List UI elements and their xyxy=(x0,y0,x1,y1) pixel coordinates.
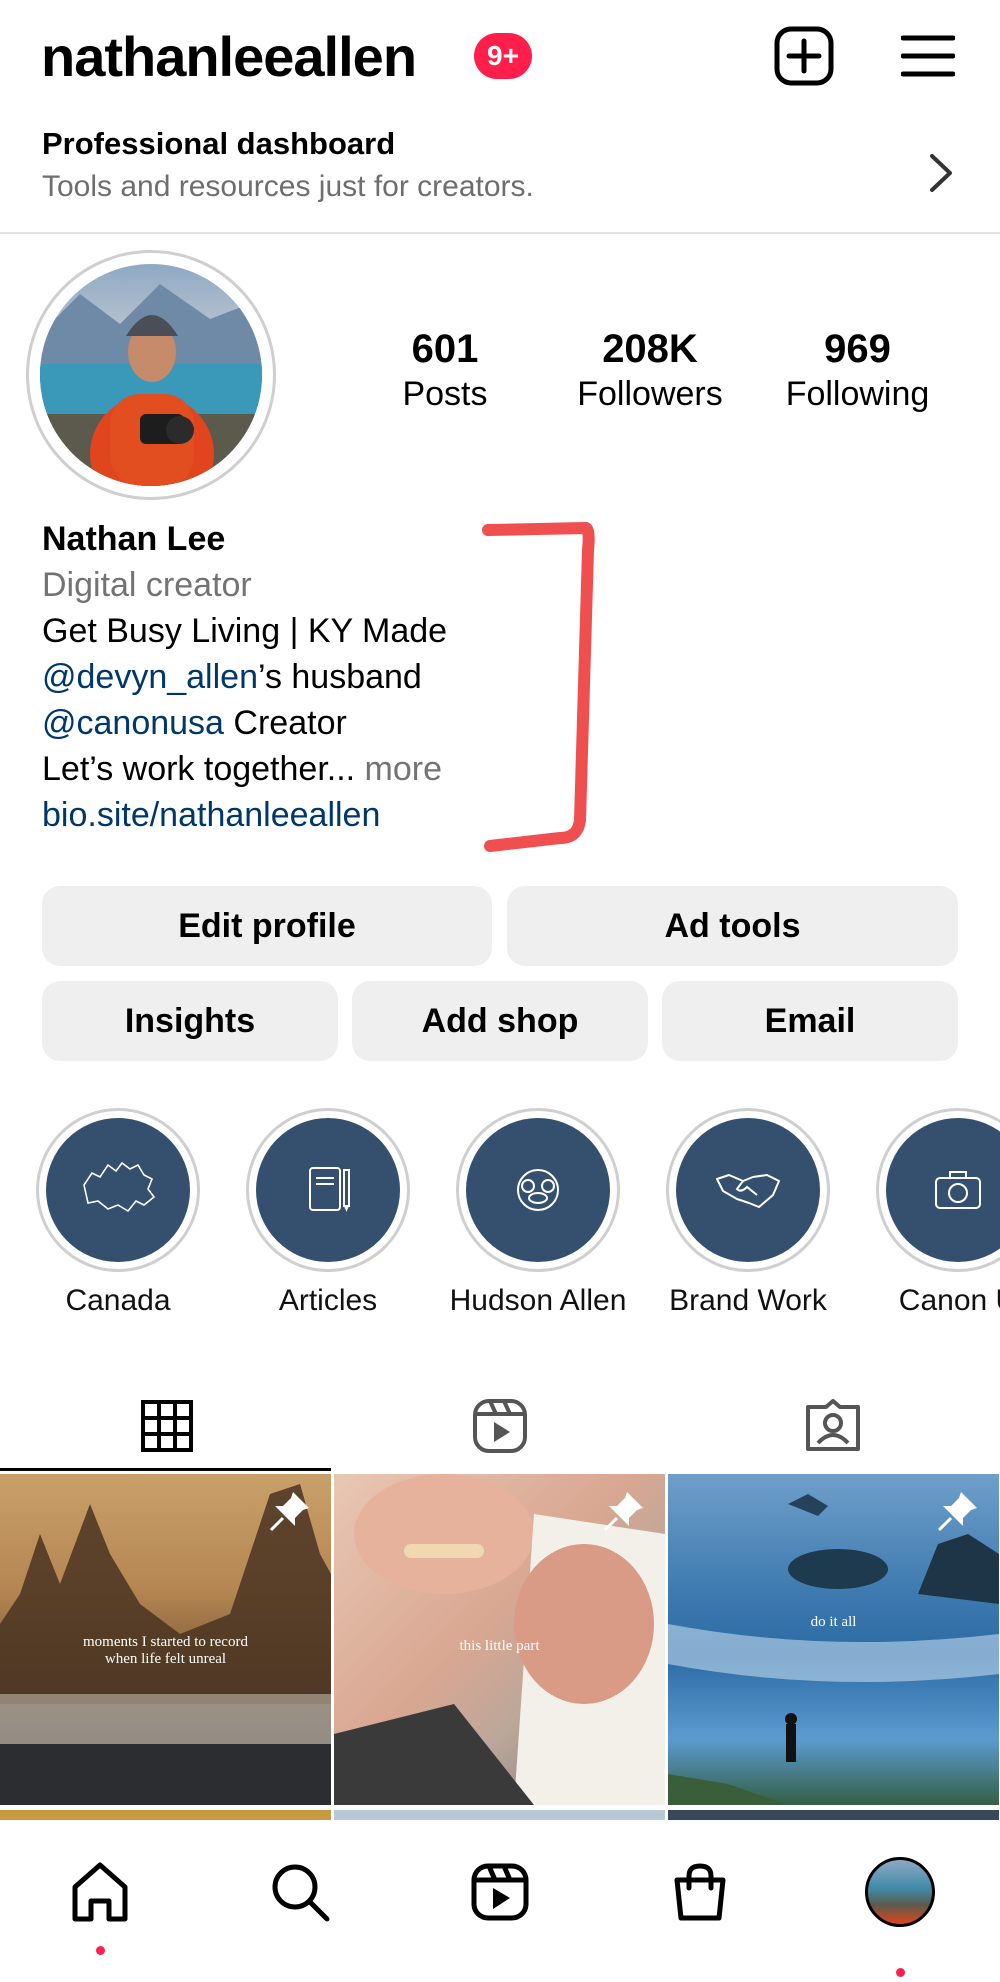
highlight-ring xyxy=(36,1108,200,1272)
posts-count[interactable]: 601 Posts xyxy=(385,326,505,416)
followers-count[interactable]: 208K Followers xyxy=(560,326,740,416)
post-thumbnail-2[interactable]: this little part xyxy=(334,1474,665,1805)
highlight-canon[interactable]: Canon U xyxy=(863,1108,1000,1318)
pin-icon xyxy=(269,1492,309,1532)
posts-value: 601 xyxy=(411,327,479,371)
bio-website-link[interactable]: bio.site/nathanleeallen xyxy=(42,796,380,834)
active-tab-indicator xyxy=(0,1468,331,1471)
post-caption: moments I started to record when life fel… xyxy=(0,1634,331,1668)
following-label: Following xyxy=(785,375,930,413)
nav-home[interactable] xyxy=(60,1852,140,1932)
plus-square-icon xyxy=(774,26,834,86)
tab-grid[interactable] xyxy=(0,1378,333,1474)
bio-cta-text: Let’s work together... xyxy=(42,750,356,788)
mention2-suffix: Creator xyxy=(223,704,347,742)
mention1-suffix: ’s husband xyxy=(258,658,422,696)
nav-search[interactable] xyxy=(260,1852,340,1932)
caption-line: when life felt unreal xyxy=(104,1651,227,1667)
profile-tabs xyxy=(0,1378,1000,1474)
pin-icon xyxy=(937,1492,977,1532)
create-post-button[interactable] xyxy=(772,24,836,88)
home-active-dot xyxy=(96,1946,105,1955)
highlight-label: Articles xyxy=(278,1284,378,1317)
followers-value: 208K xyxy=(602,327,698,371)
menu-button[interactable] xyxy=(898,26,958,86)
highlight-articles[interactable]: Articles xyxy=(233,1108,423,1318)
tagged-icon xyxy=(805,1399,860,1451)
home-icon xyxy=(72,1862,128,1922)
add-shop-button[interactable]: Add shop xyxy=(352,981,648,1061)
highlight-brand-work[interactable]: Brand Work xyxy=(653,1108,843,1318)
avatar-photo xyxy=(40,264,262,486)
shopping-bag-icon xyxy=(674,1863,726,1921)
nav-profile[interactable] xyxy=(860,1852,940,1932)
highlight-ring xyxy=(876,1108,1000,1272)
post-thumbnail-3[interactable]: do it all xyxy=(668,1474,999,1805)
hamburger-menu-icon xyxy=(901,35,955,77)
highlight-ring xyxy=(456,1108,620,1272)
post-thumbnail-5[interactable] xyxy=(334,1810,665,1820)
handshake-icon xyxy=(716,1174,780,1208)
reels-icon xyxy=(472,1399,527,1453)
highlight-hudson-allen[interactable]: Hudson Allen xyxy=(443,1108,633,1318)
highlight-label: Brand Work xyxy=(669,1284,827,1317)
mention-canon-link[interactable]: @canonusa xyxy=(42,704,224,742)
more-link[interactable]: more xyxy=(355,750,442,788)
grid-icon xyxy=(140,1400,193,1452)
camera-icon xyxy=(935,1171,981,1209)
highlight-label: Canada xyxy=(65,1284,171,1317)
red-annotation-bracket xyxy=(482,522,595,852)
posts-grid: moments I started to record when life fel… xyxy=(0,1474,1000,1820)
bottom-navigation xyxy=(0,1820,1000,1982)
profile-avatar[interactable] xyxy=(26,250,276,500)
post-thumbnail-1[interactable]: moments I started to record when life fel… xyxy=(0,1474,331,1805)
followers-label: Followers xyxy=(577,375,723,413)
professional-dashboard-link[interactable]: Professional dashboard Tools and resourc… xyxy=(0,112,1000,234)
posts-label: Posts xyxy=(402,375,488,413)
profile-avatar-icon xyxy=(865,1857,935,1927)
username-title[interactable]: nathanleeallen xyxy=(41,24,417,89)
dashboard-title: Professional dashboard xyxy=(42,126,396,161)
notebook-icon xyxy=(309,1167,350,1212)
post-caption: this little part xyxy=(334,1638,665,1655)
pacifier-icon xyxy=(517,1169,559,1211)
notification-badge[interactable]: 9+ xyxy=(474,33,532,79)
caption-line: do it all xyxy=(810,1614,857,1630)
post-thumbnail-6[interactable] xyxy=(668,1810,999,1820)
tab-reels[interactable] xyxy=(333,1378,666,1474)
ad-tools-button[interactable]: Ad tools xyxy=(507,886,958,966)
email-button[interactable]: Email xyxy=(662,981,958,1061)
following-count[interactable]: 969 Following xyxy=(770,326,945,416)
highlight-label: Hudson Allen xyxy=(449,1284,627,1317)
pin-icon xyxy=(603,1492,643,1532)
tab-tagged[interactable] xyxy=(666,1378,999,1474)
following-value: 969 xyxy=(824,327,891,371)
post-caption: do it all xyxy=(668,1614,999,1631)
insights-button[interactable]: Insights xyxy=(42,981,338,1061)
reels-icon xyxy=(471,1863,529,1921)
caption-line: moments I started to record xyxy=(83,1634,248,1650)
dashboard-subtitle: Tools and resources just for creators. xyxy=(42,170,534,203)
edit-profile-button[interactable]: Edit profile xyxy=(42,886,492,966)
nav-reels[interactable] xyxy=(460,1852,540,1932)
mention-devyn-link[interactable]: @devyn_allen xyxy=(42,658,258,696)
canada-map-icon xyxy=(83,1161,156,1213)
highlight-ring xyxy=(666,1108,830,1272)
highlight-canada[interactable]: Canada xyxy=(23,1108,213,1318)
search-icon xyxy=(272,1864,330,1922)
highlight-ring xyxy=(246,1108,410,1272)
chevron-right-icon xyxy=(930,154,952,192)
top-bar: nathanleeallen 9+ xyxy=(0,0,1000,112)
caption-line: this little part xyxy=(459,1638,540,1654)
nav-shop[interactable] xyxy=(660,1852,740,1932)
post-thumbnail-4[interactable] xyxy=(0,1810,331,1820)
highlight-label: Canon U xyxy=(898,1284,1000,1317)
profile-notification-dot xyxy=(896,1968,905,1977)
